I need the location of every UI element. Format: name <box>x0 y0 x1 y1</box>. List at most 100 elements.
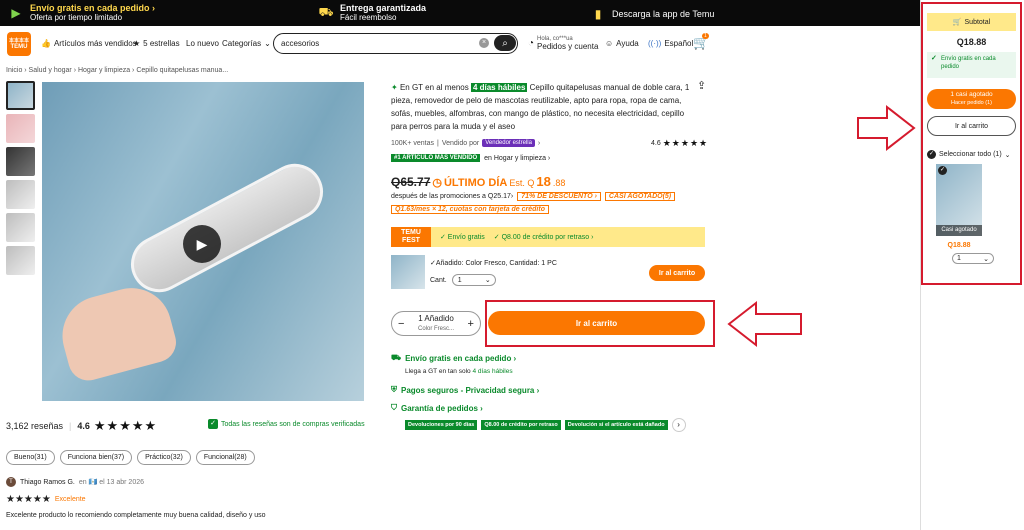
chevron-right-icon: › <box>152 3 156 13</box>
review-date: en 🇬🇹 el 13 abr 2026 <box>78 479 145 486</box>
delivery-title: Entrega garantizada <box>340 3 427 13</box>
bestseller-badge[interactable]: #1 ARTÍCULO MÁS VENDIDO en Hogar y limpi… <box>391 154 550 162</box>
free-shipping-sub: Oferta por tiempo limitado <box>30 13 123 22</box>
account-label: Pedidos y cuenta <box>537 42 599 51</box>
nav-label: 5 estrellas <box>143 39 180 48</box>
share-icon[interactable]: ⇪ <box>697 79 706 92</box>
chevron-right-icon: › <box>537 139 541 147</box>
shipping-info[interactable]: ⛟ Envío gratis en cada pedido › <box>391 353 516 363</box>
review-chip[interactable]: Bueno(31) <box>6 450 55 465</box>
installments-row: Q1.63/mes × 12, cuotas con tarjeta de cr… <box>391 205 549 214</box>
delivery-promo[interactable]: ⛟ Entrega garantizada Fácil reembolso <box>318 3 426 22</box>
product-main-image[interactable]: ▶ <box>42 82 364 401</box>
account-menu[interactable]: ◔ Hola, co***ua Pedidos y cuenta <box>528 35 598 51</box>
guarantee-tag: Devolución si el artículo está dañado <box>564 420 668 430</box>
chevron-right-icon[interactable]: › <box>671 418 686 432</box>
phone-icon: ▮ <box>594 7 602 21</box>
reviewer-info: T Thiago Ramos G. en 🇬🇹 el 13 abr 2026 <box>6 477 144 487</box>
review-stars: ★★★★★ <box>6 494 51 505</box>
leaf-icon: ✦ <box>391 83 398 92</box>
review-chip[interactable]: Funcional(28) <box>195 450 255 465</box>
clear-search-icon[interactable]: × <box>479 38 489 48</box>
arrow-right-icon <box>857 104 916 152</box>
guarantee-tags: Devoluciones por 90 días Q8.00 de crédit… <box>405 418 686 432</box>
help-link[interactable]: ☺ Ayuda <box>605 39 639 48</box>
delivery-truck-icon: ⛟ <box>318 4 334 19</box>
quantity-select[interactable]: 1 ⌄ <box>451 274 496 286</box>
bestseller-tag: #1 ARTÍCULO MÁS VENDIDO <box>391 154 481 162</box>
temu-fest-banner[interactable]: TEMU FEST ✓ Envío gratis ✓ Q8.00 de créd… <box>391 227 705 247</box>
guarantee-info[interactable]: ⛉ Garantía de pedidos › <box>391 403 483 413</box>
review-rating-row: ★★★★★ Excelente <box>6 494 86 505</box>
thumbnail-image[interactable] <box>6 180 35 209</box>
last-day-label: ÚLTIMO DÍA <box>443 177 508 189</box>
discount-tag[interactable]: 71% DE DESCUENTO › <box>517 192 601 201</box>
fest-tag-top: TEMU <box>401 229 421 236</box>
free-shipping-promo[interactable]: ▶ Envío gratis en cada pedido › Oferta p… <box>8 3 155 22</box>
truck-icon: ▶ <box>11 5 21 20</box>
quantity-label: Cant. <box>430 276 447 284</box>
app-download-label: Descarga la app de Temu <box>612 9 715 19</box>
current-price-decimals: .88 <box>552 178 566 188</box>
help-icon: ☺ <box>605 39 614 48</box>
minus-button[interactable]: − <box>398 318 404 330</box>
nav-label: Artículos más vendidos <box>53 39 137 48</box>
nav-five-stars[interactable]: ★ 5 estrellas <box>133 39 180 48</box>
original-price: Q65.77 <box>391 175 431 189</box>
fest-credit: ✓ Q8.00 de crédito por retraso › <box>493 234 594 241</box>
stepper-variant: Color Fresc... <box>417 325 454 332</box>
added-product-thumbnail <box>391 255 425 289</box>
shipping-sub-highlight: 4 días hábiles <box>472 368 513 375</box>
cart-button[interactable]: 🛒 1 <box>693 33 709 51</box>
play-video-icon[interactable]: ▶ <box>183 225 221 263</box>
chevron-down-icon: ⌄ <box>264 39 271 48</box>
shipping-title: Envío gratis en cada pedido › <box>405 353 517 363</box>
shield-check-icon: ✓ <box>208 419 218 429</box>
after-promo-price[interactable]: después de las promociones a Q25.17› <box>391 193 513 200</box>
arrow-left-icon <box>727 300 802 348</box>
verified-text: Todas las reseñas son de compras verific… <box>221 420 365 428</box>
almost-gone-tag[interactable]: CASI AGOTADO(5) <box>604 192 676 201</box>
review-chip[interactable]: Práctico(32) <box>137 450 191 465</box>
user-icon: ◔ <box>528 37 535 49</box>
plus-button[interactable]: + <box>468 318 474 330</box>
guarantee-tag: Q8.00 de crédito por retraso <box>481 420 561 430</box>
delivery-sub: Fácil reembolso <box>340 13 397 22</box>
thumbnail-image[interactable] <box>6 246 35 275</box>
bestseller-category: en Hogar y limpieza › <box>484 154 551 162</box>
product-title: ✦ En GT en al menos 4 días hábiles Cepil… <box>391 81 696 133</box>
thumbnail-list <box>6 81 36 279</box>
search-input[interactable]: accesorios <box>281 39 319 48</box>
nav-label: Lo nuevo <box>186 39 219 48</box>
free-shipping-title: Envío gratis en cada pedido <box>30 3 150 13</box>
nav-categories[interactable]: Categorías ⌄ <box>222 39 271 48</box>
shield-icon: ⛨ <box>391 385 397 394</box>
search-bar[interactable]: accesorios × ⌕ <box>273 33 518 54</box>
thumbnail-image[interactable] <box>6 114 35 143</box>
cart-count-badge: 1 <box>702 33 709 39</box>
app-download-promo[interactable]: ▮ Descarga la app de Temu <box>590 7 715 21</box>
verified-reviews-note: ✓ Todas las reseñas son de compras verif… <box>208 419 365 429</box>
thumbs-up-icon: 👍 <box>41 39 51 48</box>
thumbnail-video[interactable] <box>6 81 35 110</box>
language-selector[interactable]: ((·)) Español <box>648 39 693 48</box>
go-to-cart-button-small[interactable]: Ir al carrito <box>649 265 705 281</box>
nav-new[interactable]: Lo nuevo <box>186 39 219 48</box>
review-chip[interactable]: Funciona bien(37) <box>59 450 133 465</box>
thumbnail-image[interactable] <box>6 213 35 242</box>
thumbnail-image[interactable] <box>6 147 35 176</box>
star-seller-badge[interactable]: Vendedor estrella <box>482 139 535 147</box>
installments-tag[interactable]: Q1.63/mes × 12, cuotas con tarjeta de cr… <box>391 205 549 214</box>
product-rating[interactable]: 4.6 ★★★★★ <box>651 138 708 149</box>
review-count[interactable]: 3,162 reseñas <box>6 421 63 431</box>
search-button[interactable]: ⌕ <box>494 35 516 51</box>
review-text: Excelente producto lo recomiendo complet… <box>6 512 266 519</box>
rating-stars: ★★★★★ <box>93 418 158 433</box>
star-badge-icon: ★ <box>133 39 141 48</box>
added-text: ✓Añadido: Color Fresco, Cantidad: 1 PC <box>430 260 557 267</box>
truck-icon: ⛟ <box>391 353 402 362</box>
nav-bestsellers[interactable]: 👍 Artículos más vendidos <box>41 39 137 48</box>
payment-info[interactable]: ⛨ Pagos seguros - Privacidad segura › <box>391 385 539 395</box>
temu-logo[interactable]: 本本本本 TEMU <box>7 32 31 56</box>
breadcrumb[interactable]: Inicio › Salud y hogar › Hogar y limpiez… <box>6 67 228 74</box>
